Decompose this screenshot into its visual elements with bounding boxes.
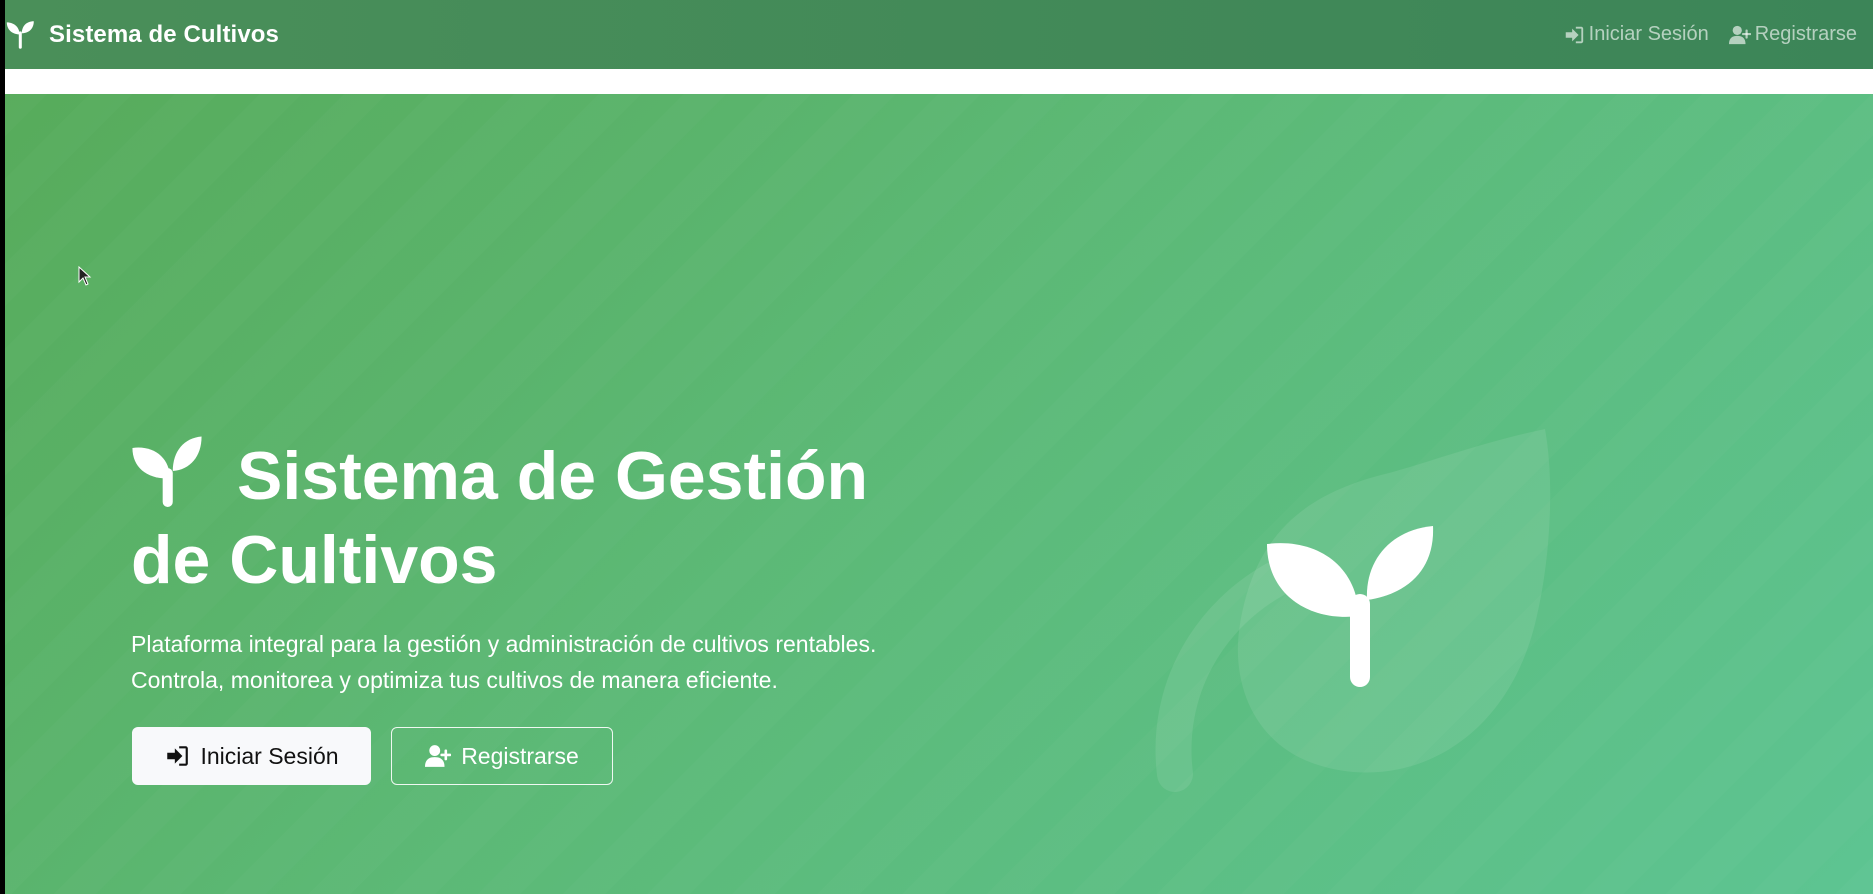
brand-name: Sistema de Cultivos (49, 20, 279, 48)
hero-description-line-2: Controla, monitorea y optimiza tus culti… (131, 667, 778, 693)
login-button[interactable]: Iniciar Sesión (132, 727, 371, 785)
seedling-illustration-icon (1267, 526, 1434, 687)
nav-register-link[interactable]: Registrarse (1728, 23, 1857, 46)
page: Sistema de Cultivos Iniciar Sesión Regis… (5, 0, 1873, 894)
navbar: Sistema de Cultivos Iniciar Sesión Regis… (5, 0, 1873, 69)
hero-description-line-1: Plataforma integral para la gestión y ad… (131, 631, 877, 657)
sign-in-icon (167, 746, 189, 766)
seedling-icon (6, 20, 34, 49)
login-button-label: Iniciar Sesión (200, 742, 339, 769)
nav-register-label: Registrarse (1754, 23, 1857, 45)
user-plus-icon (425, 745, 452, 767)
navbar-separator (5, 69, 1873, 94)
mouse-cursor-icon (78, 360, 92, 380)
navbar-brand[interactable]: Sistema de Cultivos (5, 20, 279, 50)
register-button-label: Registrarse (461, 742, 579, 769)
seedling-icon (132, 436, 202, 507)
sign-in-icon (1565, 26, 1583, 43)
mouse-cursor-icon (78, 266, 92, 286)
hero-title: Sistema de Gestión de Cultivos (131, 434, 931, 602)
register-button[interactable]: Registrarse (391, 727, 613, 785)
nav-login-link[interactable]: Iniciar Sesión (1563, 23, 1709, 46)
user-plus-icon (1728, 25, 1751, 44)
hero-title-text: Sistema de Gestión de Cultivos (131, 438, 869, 598)
hero-description: Plataforma integral para la gestión y ad… (131, 626, 931, 698)
nav-links: Iniciar Sesión Registrarse (1543, 23, 1857, 46)
nav-login-label: Iniciar Sesión (1588, 23, 1709, 45)
